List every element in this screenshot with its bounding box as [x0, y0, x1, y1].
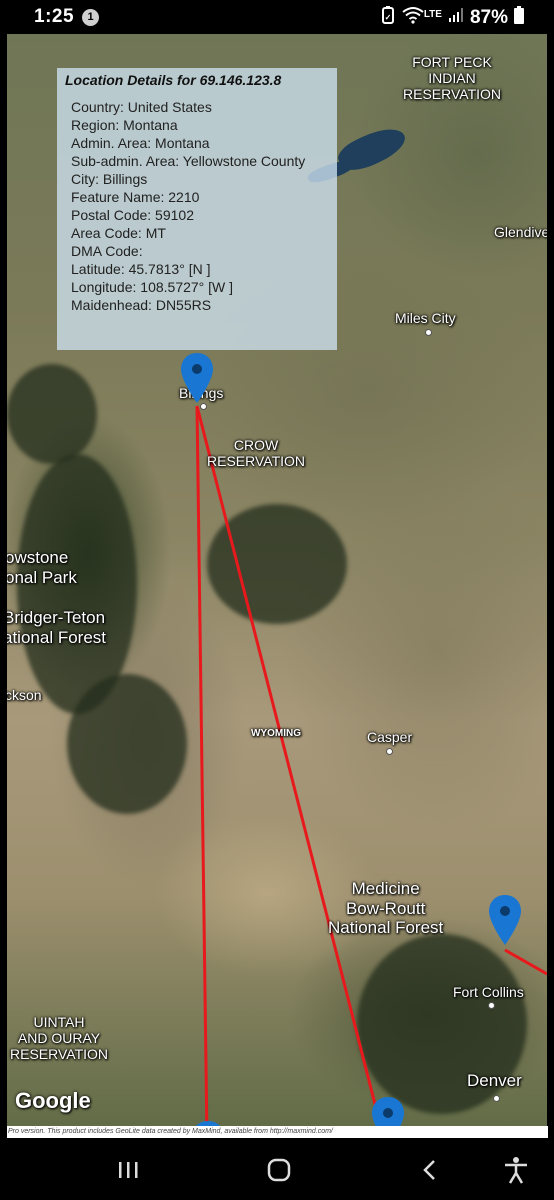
route-line [195, 405, 380, 1117]
label-wyoming: WYOMING [251, 728, 301, 739]
label-yellowstone: owstone onal Park [7, 548, 77, 587]
route-line [195, 405, 209, 1138]
detail-area-code: Area Code: MT [71, 225, 166, 241]
detail-postal-code: Postal Code: 59102 [71, 207, 194, 223]
google-logo: Google [15, 1088, 91, 1113]
label-crow-reservation: CROW RESERVATION [207, 437, 306, 470]
location-details-title: Location Details for 69.146.123.8 [65, 72, 282, 88]
recent-apps-button[interactable] [108, 1154, 148, 1186]
label-miles-city: Miles City [395, 310, 456, 326]
attribution-footer: Pro version. This product includes GeoLi… [7, 1126, 548, 1138]
location-details-rows: Country: United States Region: Montana A… [71, 98, 305, 314]
detail-admin-area: Admin. Area: Montana [71, 135, 210, 151]
detail-feature-name: Feature Name: 2210 [71, 189, 200, 205]
detail-region: Region: Montana [71, 117, 178, 133]
map-pin-icon [181, 353, 213, 403]
status-bar: 1:25 1 ✓ LTE 87% [0, 0, 554, 34]
label-fort-peck: FORT PECK INDIAN RESERVATION [403, 54, 502, 103]
status-time: 1:25 [34, 6, 75, 27]
back-icon [423, 1160, 435, 1180]
label-denver: Denver [467, 1071, 522, 1090]
city-dot [200, 403, 207, 410]
label-casper: Casper [367, 729, 413, 745]
detail-dma-code: DMA Code: [71, 243, 143, 259]
label-glendive: Glendive [494, 224, 547, 240]
data-saver-icon: ✓ [380, 6, 396, 30]
map-marker-east[interactable] [488, 894, 522, 946]
location-details-panel: Location Details for 69.146.123.8 Countr… [57, 68, 337, 350]
svg-text:✓: ✓ [384, 13, 391, 22]
label-fort-collins: Fort Collins [453, 984, 524, 1000]
detail-latitude: Latitude: 45.7813° [N ] [71, 261, 211, 277]
label-uintah-ouray: UINTAH AND OURAY RESERVATION [10, 1014, 109, 1063]
home-button[interactable] [259, 1154, 299, 1186]
accessibility-button[interactable] [496, 1154, 536, 1186]
status-icons: ✓ LTE 87% [380, 6, 524, 30]
city-dot [425, 329, 432, 336]
recent-apps-icon [119, 1162, 138, 1178]
map-marker-billings[interactable] [180, 352, 214, 404]
map-pin-icon [489, 895, 521, 945]
battery-percent: 87% [469, 7, 508, 28]
city-dot [488, 1002, 495, 1009]
detail-longitude: Longitude: 108.5727° [W ] [71, 279, 234, 295]
battery-icon [514, 6, 524, 30]
notification-count-badge: 1 [82, 9, 99, 26]
city-dot [386, 748, 393, 755]
city-dot [493, 1095, 500, 1102]
detail-country: Country: United States [71, 99, 212, 115]
label-bridger-teton: Bridger-Teton ational Forest [7, 608, 106, 647]
system-nav-bar [0, 1140, 554, 1200]
home-icon [267, 1158, 291, 1182]
signal-icon [448, 7, 464, 29]
label-medicine-bow: Medicine Bow-Routt National Forest [328, 879, 444, 938]
route-line [504, 948, 547, 976]
back-button[interactable] [410, 1154, 450, 1186]
detail-subadmin-area: Sub-admin. Area: Yellowstone County [71, 153, 306, 169]
detail-city: City: Billings [71, 171, 148, 187]
satellite-map[interactable]: FORT PECK INDIAN RESERVATION Glendive Mi… [7, 34, 547, 1138]
wifi-icon [402, 6, 424, 30]
accessibility-icon [505, 1157, 527, 1184]
detail-maidenhead: Maidenhead: DN55RS [71, 297, 212, 313]
network-type-label: LTE [423, 8, 442, 20]
label-jackson: ckson [7, 687, 42, 703]
